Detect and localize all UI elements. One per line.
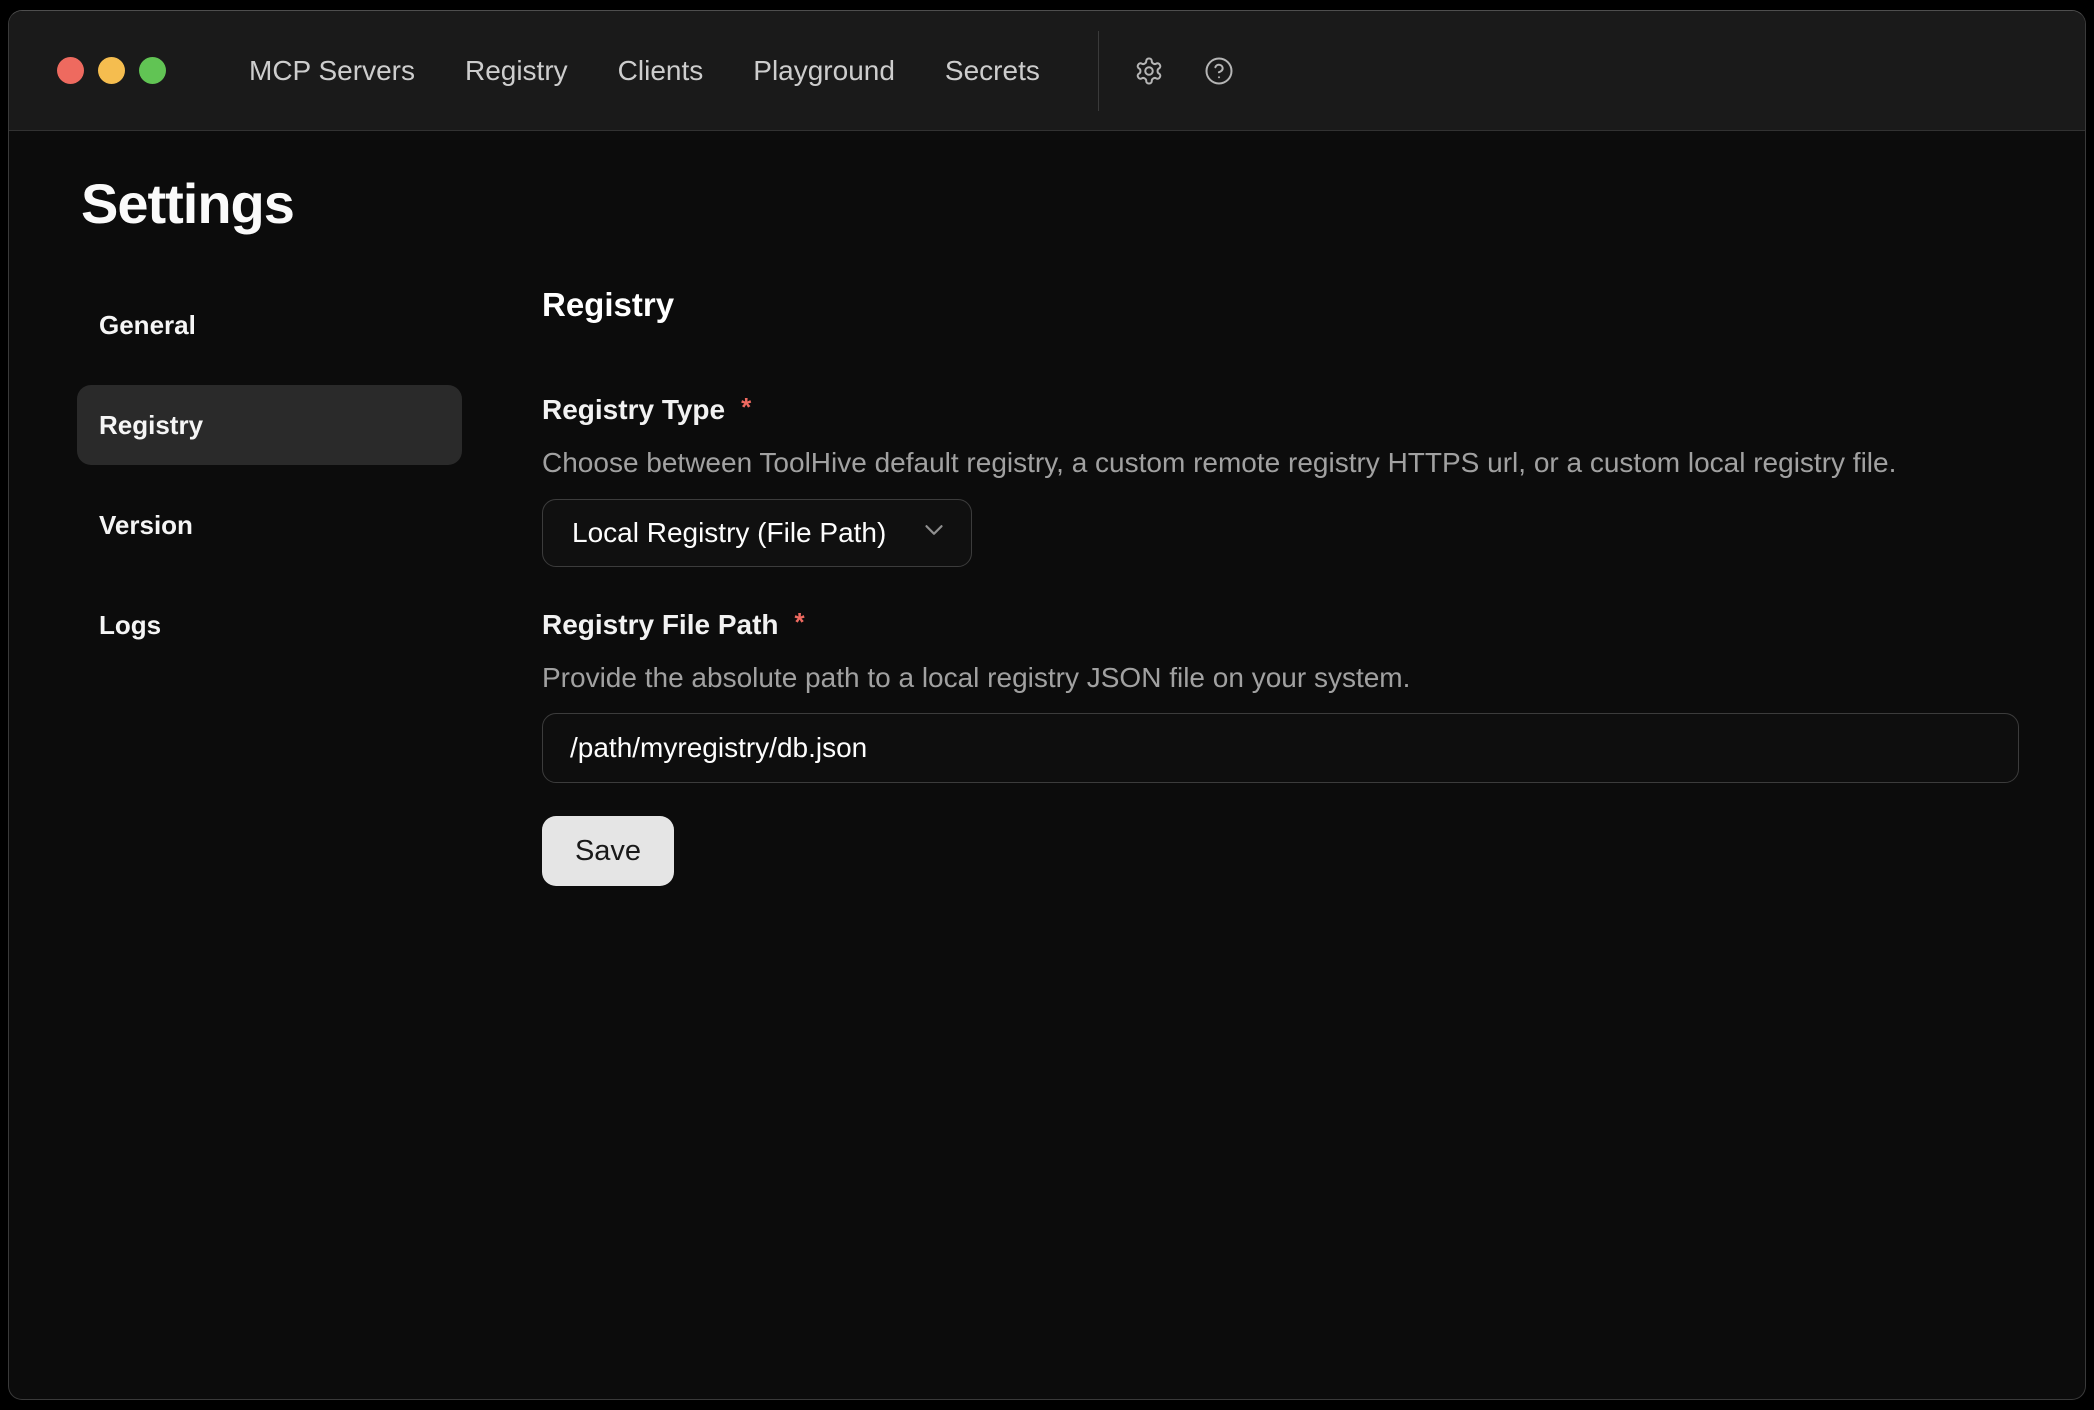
registry-type-label: Registry Type *	[542, 395, 2022, 425]
app-window: MCP Servers Registry Clients Playground …	[8, 10, 2086, 1400]
registry-file-path-description: Provide the absolute path to a local reg…	[542, 663, 2022, 693]
help-icon	[1204, 56, 1234, 86]
registry-file-path-label: Registry File Path *	[542, 610, 2022, 640]
required-marker: *	[741, 392, 751, 422]
registry-settings-panel: Registry Registry Type * Choose between T…	[542, 285, 2022, 886]
sidebar-item-general[interactable]: General	[77, 285, 462, 365]
sidebar-item-logs[interactable]: Logs	[77, 585, 462, 665]
help-button[interactable]	[1204, 56, 1234, 86]
settings-sidebar: General Registry Version Logs	[77, 285, 462, 886]
nav-item-clients[interactable]: Clients	[618, 11, 704, 131]
nav-item-playground[interactable]: Playground	[753, 11, 895, 131]
required-marker: *	[795, 607, 805, 637]
registry-type-select[interactable]: Local Registry (File Path)	[542, 499, 972, 567]
nav-item-secrets[interactable]: Secrets	[945, 11, 1040, 131]
nav-item-registry[interactable]: Registry	[465, 11, 568, 131]
registry-file-path-input[interactable]	[542, 713, 2019, 783]
sidebar-item-label: Logs	[99, 610, 161, 641]
traffic-lights	[57, 57, 166, 84]
gear-icon	[1134, 56, 1164, 86]
registry-type-description: Choose between ToolHive default registry…	[542, 448, 2022, 478]
save-button[interactable]: Save	[542, 816, 674, 886]
section-heading: Registry	[542, 285, 2022, 325]
registry-file-path-label-text: Registry File Path	[542, 609, 779, 640]
titlebar-divider	[1098, 31, 1099, 111]
registry-type-label-text: Registry Type	[542, 394, 725, 425]
titlebar-icons	[1134, 56, 1234, 86]
sidebar-item-label: Version	[99, 510, 193, 541]
minimize-window-button[interactable]	[98, 57, 125, 84]
titlebar: MCP Servers Registry Clients Playground …	[9, 11, 2085, 131]
page-title: Settings	[81, 171, 2085, 237]
settings-gear-button[interactable]	[1134, 56, 1164, 86]
settings-layout: General Registry Version Logs Registry R…	[9, 285, 2085, 886]
chevron-down-icon	[919, 515, 949, 552]
sidebar-item-version[interactable]: Version	[77, 485, 462, 565]
top-nav: MCP Servers Registry Clients Playground …	[249, 11, 1040, 131]
zoom-window-button[interactable]	[139, 57, 166, 84]
registry-type-selected-option: Local Registry (File Path)	[572, 517, 886, 549]
nav-item-mcp-servers[interactable]: MCP Servers	[249, 11, 415, 131]
close-window-button[interactable]	[57, 57, 84, 84]
sidebar-item-registry[interactable]: Registry	[77, 385, 462, 465]
sidebar-item-label: General	[99, 310, 196, 341]
sidebar-item-label: Registry	[99, 410, 203, 441]
